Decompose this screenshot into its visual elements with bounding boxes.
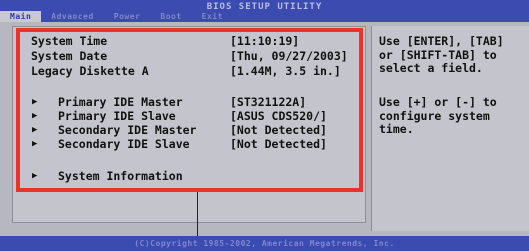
submenu-arrow-icon: ▶ xyxy=(32,125,38,135)
system-date-label: System Date xyxy=(31,49,108,63)
help-text-navigation: Use [ENTER], [TAB] or [SHIFT-TAB] to sel… xyxy=(379,34,504,75)
tab-main[interactable]: Main xyxy=(0,11,42,22)
tab-boot[interactable]: Boot xyxy=(150,11,191,22)
legacy-diskette-value[interactable]: [1.44M, 3.5 in.] xyxy=(230,65,341,78)
menu-tabs: Main Advanced Power Boot Exit xyxy=(0,11,233,22)
system-date-value[interactable]: [Thu, 09/27/2003] xyxy=(230,50,348,63)
bios-window: BIOS SETUP UTILITY Main Advanced Power B… xyxy=(0,0,529,246)
primary-ide-slave-value: [ASUS CDS520/] xyxy=(230,109,327,123)
tab-power[interactable]: Power xyxy=(104,11,151,22)
submenu-arrow-icon: ▶ xyxy=(32,111,38,121)
system-information-item[interactable]: System Information xyxy=(58,170,183,183)
tab-advanced[interactable]: Advanced xyxy=(41,11,104,22)
secondary-ide-slave-value: [Not Detected] xyxy=(230,137,327,151)
title-bar: BIOS SETUP UTILITY Main Advanced Power B… xyxy=(0,0,529,22)
primary-ide-master-item[interactable]: Primary IDE Master xyxy=(58,96,183,109)
secondary-ide-slave-item[interactable]: Secondary IDE Slave xyxy=(58,138,190,151)
system-time-label: System Time xyxy=(31,34,108,48)
primary-ide-slave-item[interactable]: Primary IDE Slave xyxy=(58,110,176,123)
help-text-configure: Use [+] or [-] to configure system time. xyxy=(379,95,497,136)
secondary-ide-master-value: [Not Detected] xyxy=(230,123,327,137)
secondary-ide-master-item[interactable]: Secondary IDE Master xyxy=(58,124,196,137)
footer-copyright: (C)Copyright 1985-2002, American Megatre… xyxy=(0,236,529,251)
tab-exit[interactable]: Exit xyxy=(192,11,233,22)
submenu-arrow-icon: ▶ xyxy=(32,139,38,149)
system-time-value[interactable]: [11:10:19] xyxy=(230,35,299,48)
submenu-arrow-icon: ▶ xyxy=(32,171,38,181)
legacy-diskette-label: Legacy Diskette A xyxy=(31,64,149,78)
submenu-arrow-icon: ▶ xyxy=(32,97,38,107)
primary-ide-master-value: [ST321122A] xyxy=(230,95,307,109)
